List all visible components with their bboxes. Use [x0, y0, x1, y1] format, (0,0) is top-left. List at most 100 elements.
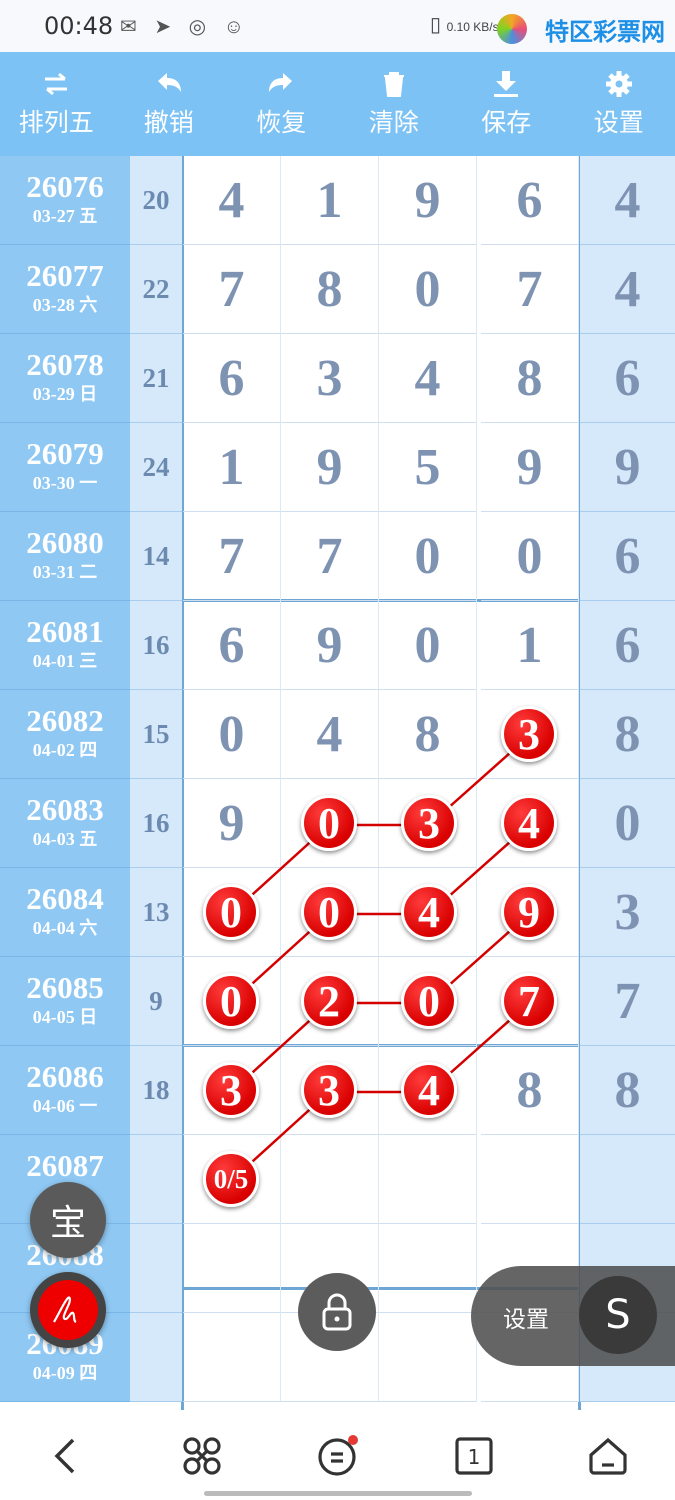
trash-icon: [383, 72, 404, 97]
digit-cell[interactable]: 7: [481, 245, 579, 334]
tail-cell: [580, 1135, 675, 1224]
s-shortcut-button[interactable]: S: [579, 1276, 657, 1354]
digit-cell[interactable]: [379, 1135, 477, 1224]
highlighted-ball[interactable]: 4: [401, 1062, 457, 1118]
digit-cell[interactable]: 6: [481, 156, 579, 245]
digit-cell[interactable]: 4: [379, 1046, 477, 1135]
digit-cell[interactable]: 0/5: [183, 1135, 281, 1224]
digit-cell[interactable]: 7: [481, 957, 579, 1046]
highlighted-ball[interactable]: 0: [203, 973, 259, 1029]
digit-cell[interactable]: 0: [379, 245, 477, 334]
issue-date: 03-27 五: [32, 206, 98, 226]
digit-cell[interactable]: 4: [481, 779, 579, 868]
highlighted-ball[interactable]: 3: [401, 795, 457, 851]
highlighted-ball[interactable]: 9: [501, 884, 557, 940]
highlighted-ball[interactable]: 0: [203, 884, 259, 940]
highlighted-ball[interactable]: 3: [501, 706, 557, 762]
digit-cell[interactable]: 0: [379, 957, 477, 1046]
digit-cell[interactable]: 3: [281, 1046, 379, 1135]
menu-button[interactable]: [316, 1434, 360, 1478]
digit-cell[interactable]: 0: [183, 957, 281, 1046]
digit-cell[interactable]: 2: [281, 957, 379, 1046]
tail-cell: 4: [580, 156, 675, 245]
sum-cell: 15: [130, 690, 182, 779]
pen-tool-button[interactable]: [30, 1272, 106, 1348]
digit-cell[interactable]: [183, 1224, 281, 1313]
highlighted-ball[interactable]: 4: [401, 884, 457, 940]
digit-cell[interactable]: 0: [183, 690, 281, 779]
issue-date: 03-31 二: [32, 562, 98, 582]
floating-settings-label[interactable]: 设置: [503, 1300, 549, 1334]
digit-cell[interactable]: [481, 1135, 579, 1224]
digit-cell[interactable]: 1: [281, 156, 379, 245]
digit-cell[interactable]: 4: [379, 334, 477, 423]
clear-button[interactable]: 清除: [338, 52, 451, 156]
digit-cell[interactable]: [379, 1224, 477, 1313]
digit-cell[interactable]: 7: [183, 245, 281, 334]
treasure-button[interactable]: 宝: [30, 1182, 106, 1258]
digit-cell[interactable]: 9: [481, 868, 579, 957]
digit-cell[interactable]: 5: [379, 423, 477, 512]
digit-cell[interactable]: 7: [281, 512, 379, 601]
highlighted-ball[interactable]: 3: [301, 1062, 357, 1118]
digit-cell[interactable]: 0: [183, 868, 281, 957]
digit-cell[interactable]: 9: [281, 601, 379, 690]
highlighted-ball[interactable]: 0: [401, 973, 457, 1029]
highlighted-ball[interactable]: 3: [203, 1062, 259, 1118]
tool-lottery-select[interactable]: 排列五: [0, 52, 113, 156]
digit-cell[interactable]: 1: [183, 423, 281, 512]
highlighted-ball[interactable]: 0: [301, 884, 357, 940]
digit-cell[interactable]: 3: [379, 779, 477, 868]
save-button[interactable]: 保存: [450, 52, 563, 156]
digit-cell[interactable]: 6: [183, 601, 281, 690]
digit-cell[interactable]: [183, 1313, 281, 1402]
digit-cell[interactable]: 4: [379, 868, 477, 957]
lock-button[interactable]: [298, 1273, 376, 1351]
floating-settings-pill[interactable]: 设置 S: [471, 1266, 675, 1366]
digit-cell[interactable]: 6: [183, 334, 281, 423]
vibrate-icon: ▯: [430, 14, 442, 36]
digit-cell[interactable]: 0: [281, 779, 379, 868]
highlighted-ball[interactable]: 2: [301, 973, 357, 1029]
digit-cell[interactable]: 9: [183, 779, 281, 868]
digit-cell[interactable]: 9: [379, 156, 477, 245]
digit-cell[interactable]: 8: [481, 1046, 579, 1135]
digit-cell[interactable]: 8: [281, 245, 379, 334]
digit-cell[interactable]: 1: [481, 601, 579, 690]
svg-text:1: 1: [468, 1445, 481, 1469]
digit-cell[interactable]: 8: [379, 690, 477, 779]
gesture-handle[interactable]: [204, 1491, 472, 1496]
digit-cell[interactable]: 0: [281, 868, 379, 957]
digit-cell[interactable]: 4: [183, 156, 281, 245]
digit-cell[interactable]: 8: [481, 334, 579, 423]
digit-cell[interactable]: 3: [183, 1046, 281, 1135]
sum-cell: 16: [130, 601, 182, 690]
digit-cell[interactable]: 0: [481, 512, 579, 601]
digit-cell[interactable]: [281, 1135, 379, 1224]
issue-cell: 26079 03-30 一: [0, 423, 130, 512]
highlighted-ball[interactable]: 0: [301, 795, 357, 851]
redo-button[interactable]: 恢复: [225, 52, 338, 156]
digit-cell[interactable]: 0: [379, 601, 477, 690]
highlighted-ball[interactable]: 4: [501, 795, 557, 851]
highlighted-ball[interactable]: 0/5: [203, 1151, 259, 1207]
settings-button[interactable]: 设置: [563, 52, 675, 156]
tail-cell: 6: [580, 601, 675, 690]
tool-label: 恢复: [256, 108, 307, 137]
digit-cell[interactable]: [379, 1313, 477, 1402]
digit-cell[interactable]: 7: [183, 512, 281, 601]
tail-cell: 6: [580, 334, 675, 423]
tabs-button[interactable]: 1: [452, 1434, 496, 1478]
undo-button[interactable]: 撤销: [113, 52, 226, 156]
digit-cell[interactable]: 0: [379, 512, 477, 601]
digit-cell[interactable]: 9: [281, 423, 379, 512]
sum-cell: [130, 1313, 182, 1402]
apps-button[interactable]: [180, 1434, 224, 1478]
home-button[interactable]: [586, 1434, 630, 1478]
highlighted-ball[interactable]: 7: [501, 973, 557, 1029]
digit-cell[interactable]: 9: [481, 423, 579, 512]
digit-cell[interactable]: 3: [481, 690, 579, 779]
digit-cell[interactable]: 3: [281, 334, 379, 423]
digit-cell[interactable]: 4: [281, 690, 379, 779]
back-button[interactable]: [44, 1434, 88, 1478]
